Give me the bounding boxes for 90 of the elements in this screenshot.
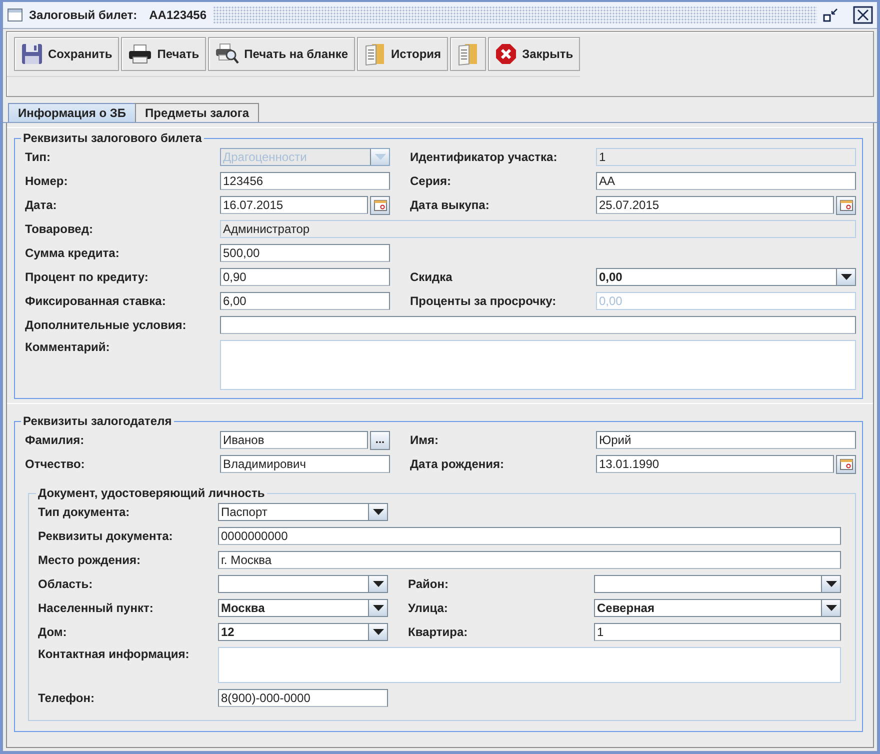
folder-document-icon <box>364 42 386 66</box>
calendar-icon <box>374 200 386 210</box>
input-field[interactable] <box>220 316 856 334</box>
field-label: Место рождения: <box>38 553 142 567</box>
field-label: Имя: <box>410 433 440 447</box>
input-field[interactable]: Владимирович <box>220 455 390 473</box>
field-label: Тип: <box>25 150 52 164</box>
dropdown[interactable]: Паспорт <box>218 503 388 521</box>
toolbar-button[interactable]: Печать на бланке <box>208 37 355 71</box>
lookup-button[interactable]: ... <box>370 430 390 450</box>
field-label: Улица: <box>408 601 449 615</box>
toolbar-button[interactable]: История <box>357 37 448 71</box>
input-field[interactable]: 123456 <box>220 172 390 190</box>
calendar-button[interactable] <box>836 454 856 474</box>
caret-icon <box>372 509 384 515</box>
field-label: Дата рождения: <box>410 457 506 471</box>
input-field[interactable]: 25.07.2015 <box>596 196 834 214</box>
readonly-field: Администратор <box>220 220 856 238</box>
field-label: Комментарий: <box>25 340 111 354</box>
dropdown[interactable] <box>594 575 841 593</box>
field-label: Реквизиты документа: <box>38 529 174 543</box>
field-label: Тип документа: <box>38 505 131 519</box>
printer-magnifier-icon <box>215 43 240 65</box>
input-field[interactable]: 1 <box>594 623 841 641</box>
dropdown[interactable] <box>218 575 388 593</box>
calendar-icon <box>840 200 852 210</box>
field-label: Скидка <box>410 270 454 284</box>
caret-icon <box>372 581 384 587</box>
input-field[interactable]: 8(900)-000-0000 <box>218 689 388 707</box>
dropdown[interactable]: Северная <box>594 599 841 617</box>
field-label: Телефон: <box>38 691 96 705</box>
folder-document-icon <box>457 42 480 66</box>
field-label: Серия: <box>410 174 452 188</box>
field-label: Отчество: <box>25 457 86 471</box>
printer-icon <box>128 44 152 64</box>
field-label: Дата: <box>25 198 58 212</box>
input-field[interactable]: 0000000000 <box>218 527 841 545</box>
caret-icon <box>826 605 836 611</box>
field-label: Проценты за просрочку: <box>410 294 558 308</box>
field-label: Фиксированная ставка: <box>25 294 167 308</box>
field-label: Область: <box>38 577 94 591</box>
field-label: Населенный пункт: <box>38 601 154 615</box>
close-icon <box>495 43 518 65</box>
tab[interactable]: Информация о ЗБ <box>8 103 136 122</box>
section-title: Реквизиты залогового билета <box>22 131 203 145</box>
calendar-button[interactable] <box>370 196 390 214</box>
caret-icon <box>372 605 384 611</box>
calendar-icon <box>840 458 852 470</box>
calendar-button[interactable] <box>836 196 856 214</box>
field-label: Фамилия: <box>25 433 86 447</box>
field-label: Процент по кредиту: <box>25 270 150 284</box>
field-label: Номер: <box>25 174 69 188</box>
field-label: Дата выкупа: <box>410 198 490 212</box>
readonly-field: 1 <box>596 148 856 166</box>
toolbar-button[interactable]: Закрыть <box>488 37 580 71</box>
dropdown[interactable]: 12 <box>218 623 388 641</box>
toolbar-button[interactable]: Печать <box>121 37 206 71</box>
group-title: Документ, удостоверяющий личность <box>37 486 266 500</box>
toolbar-button[interactable] <box>450 37 486 71</box>
field-label: Идентификатор участка: <box>410 150 558 164</box>
input-field[interactable]: г. Москва <box>218 551 841 569</box>
input-field[interactable]: 0,90 <box>220 268 390 286</box>
input-field[interactable]: Юрий <box>596 431 856 449</box>
caret-icon <box>372 629 384 635</box>
field-label: Квартира: <box>408 625 469 639</box>
tab[interactable]: Предметы залога <box>135 103 260 122</box>
window-title: Залоговый билет: <box>29 8 138 22</box>
section-title: Реквизиты залогодателя <box>22 414 173 428</box>
field-label: Товаровед: <box>25 222 94 236</box>
input-field[interactable]: 6,00 <box>220 292 390 310</box>
window-icon <box>7 7 23 23</box>
close-icon[interactable] <box>853 6 873 24</box>
field-label: Район: <box>408 577 450 591</box>
input-field[interactable]: 16.07.2015 <box>220 196 368 214</box>
dropdown[interactable]: Москва <box>218 599 388 617</box>
dropdown[interactable]: 0,00 <box>596 268 856 286</box>
field-label: Контактная информация: <box>38 647 190 661</box>
field-label: Дом: <box>38 625 68 639</box>
field-label: Сумма кредита: <box>25 246 120 260</box>
input-field[interactable]: Иванов <box>220 430 368 448</box>
input-field[interactable]: 13.01.1990 <box>596 454 834 472</box>
ticket-number: АА123456 <box>149 8 207 22</box>
caret-icon <box>374 154 386 160</box>
field-label: Дополнительные условия: <box>25 318 188 332</box>
input-field[interactable]: 500,00 <box>220 244 390 262</box>
input-field[interactable]: АА <box>596 172 856 190</box>
caret-icon <box>826 581 836 587</box>
caret-icon <box>840 274 852 280</box>
restore-icon[interactable] <box>823 7 839 23</box>
toolbar-button[interactable]: Сохранить <box>14 37 120 71</box>
